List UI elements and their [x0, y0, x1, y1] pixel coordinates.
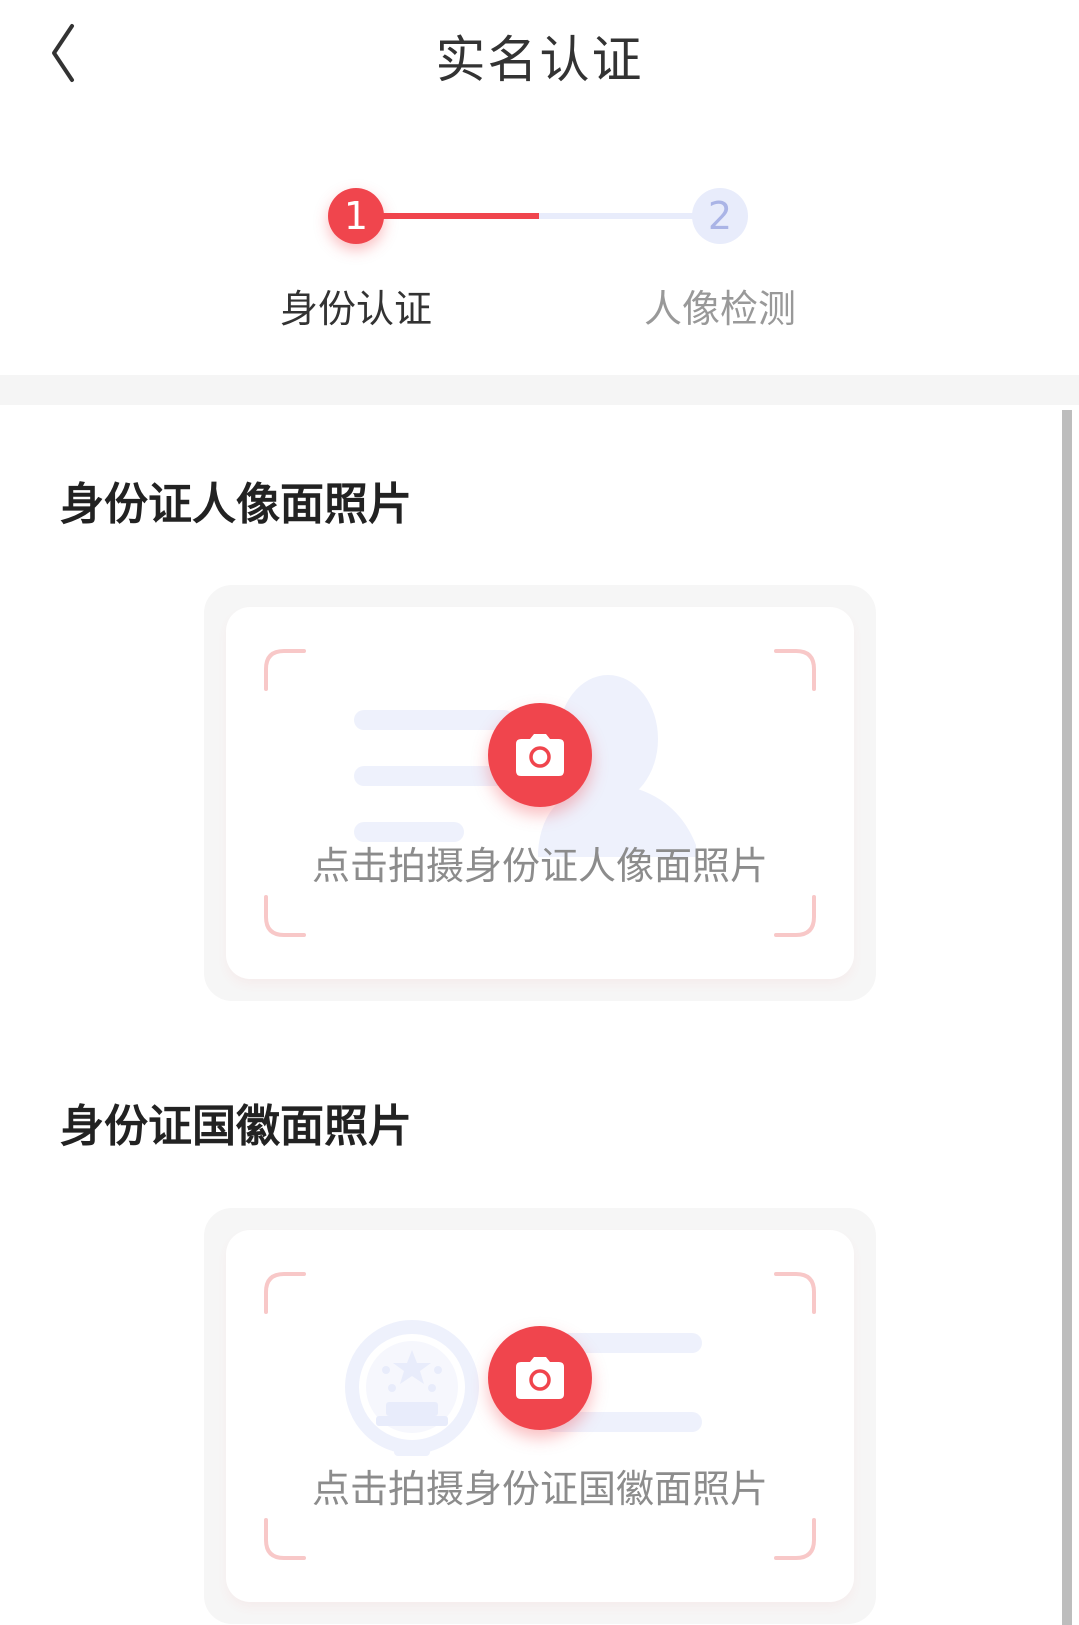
portrait-side-upload-card[interactable]: 点击拍摄身份证人像面照片 — [204, 585, 876, 1001]
take-photo-button[interactable] — [488, 703, 592, 807]
step-2-indicator: 2 — [692, 188, 748, 244]
page-title: 实名认证 — [435, 31, 644, 89]
emblem-side-hint: 点击拍摄身份证国徽面照片 — [311, 1467, 768, 1511]
portrait-side-hint: 点击拍摄身份证人像面照片 — [311, 844, 768, 888]
scrollbar[interactable] — [1062, 410, 1072, 1625]
section-divider — [0, 375, 1079, 405]
progress-stepper: 1 2 身份认证 人像检测 — [0, 150, 1079, 350]
emblem-side-upload-card[interactable]: 点击拍摄身份证国徽面照片 — [204, 1208, 876, 1624]
step-2-label: 人像检测 — [643, 287, 796, 331]
portrait-side-upload-area[interactable]: 点击拍摄身份证人像面照片 — [226, 607, 854, 979]
step-1-label: 身份认证 — [279, 287, 432, 331]
camera-icon — [516, 1357, 564, 1399]
emblem-side-upload-area[interactable]: 点击拍摄身份证国徽面照片 — [226, 1230, 854, 1602]
step-connector-done — [357, 213, 539, 219]
nav-bar: 实名认证 — [0, 0, 1079, 110]
portrait-side-section-title: 身份证人像面照片 — [60, 479, 412, 530]
emblem-side-section-title: 身份证国徽面照片 — [60, 1101, 412, 1152]
step-1-indicator: 1 — [328, 188, 384, 244]
camera-icon — [516, 734, 564, 776]
take-photo-button[interactable] — [488, 1326, 592, 1430]
